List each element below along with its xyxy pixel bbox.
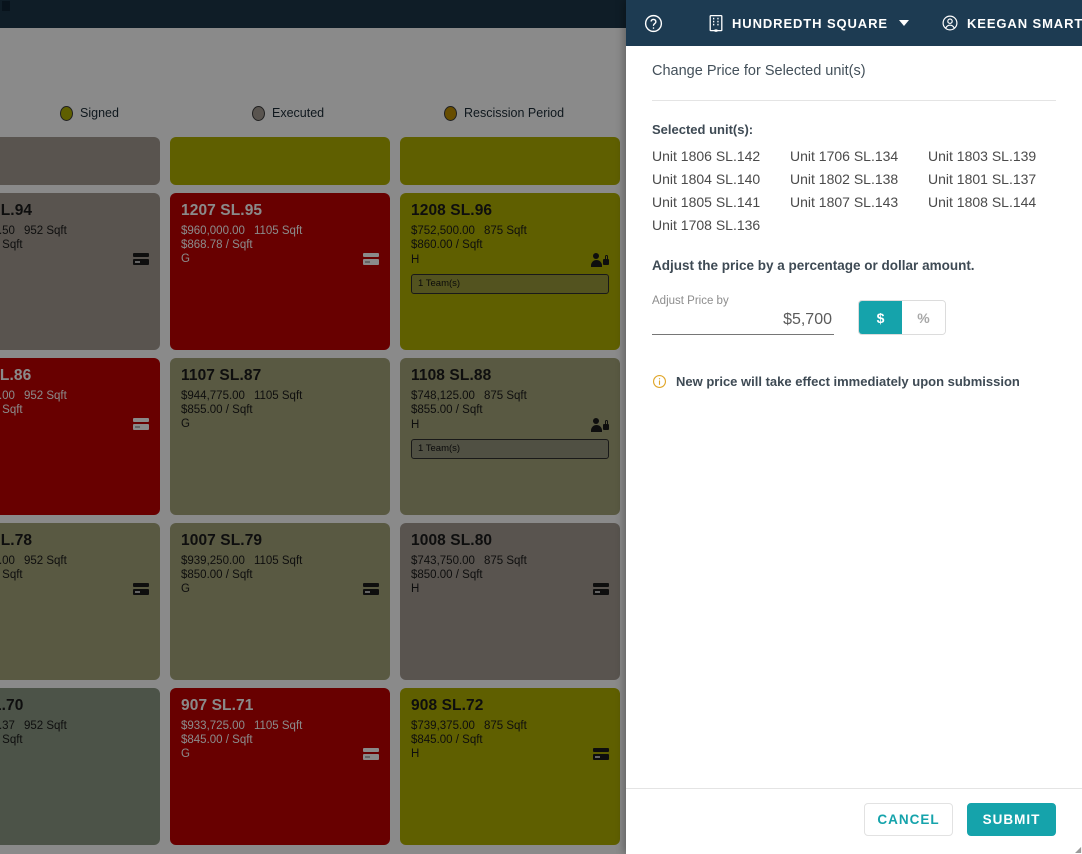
selected-unit-item: Unit 1806 SL.142 <box>652 148 761 164</box>
selected-units-label: Selected unit(s): <box>652 122 754 137</box>
amount-type-toggle: $ % <box>858 300 946 335</box>
toggle-dollar-button[interactable]: $ <box>859 301 902 334</box>
adjust-price-input[interactable] <box>652 311 834 335</box>
price-effect-notice: New price will take effect immediately u… <box>652 374 1056 389</box>
submit-button[interactable]: SUBMIT <box>967 803 1056 836</box>
adjust-description: Adjust the price by a percentage or doll… <box>652 258 975 273</box>
toggle-percent-button[interactable]: % <box>902 301 945 334</box>
selected-unit-item: Unit 1802 SL.138 <box>790 171 899 187</box>
selected-unit-item: Unit 1803 SL.139 <box>928 148 1037 164</box>
resize-handle[interactable]: ◢ <box>1075 846 1081 854</box>
selected-unit-item: Unit 1805 SL.141 <box>652 194 761 210</box>
selected-unit-item: Unit 1708 SL.136 <box>652 217 761 233</box>
user-menu[interactable]: KEEGAN SMART <box>941 14 1082 32</box>
selected-unit-item: Unit 1807 SL.143 <box>790 194 899 210</box>
panel-body: Change Price for Selected unit(s) Select… <box>626 46 1082 788</box>
selected-unit-item: Unit 1808 SL.144 <box>928 194 1037 210</box>
project-selector[interactable]: HUNDREDTH SQUARE <box>708 14 909 32</box>
notice-text: New price will take effect immediately u… <box>676 374 1020 389</box>
info-circle-icon <box>652 374 667 389</box>
user-name-label: KEEGAN SMART <box>966 15 1082 31</box>
chevron-down-icon <box>898 20 909 26</box>
cancel-button[interactable]: CANCEL <box>864 803 953 836</box>
selected-unit-item: Unit 1706 SL.134 <box>790 148 899 164</box>
panel-title: Change Price for Selected unit(s) <box>652 63 866 79</box>
adjust-price-row: Adjust Price by $ % <box>652 295 1056 335</box>
panel-footer: CANCEL SUBMIT <box>626 788 1082 854</box>
selected-unit-item: Unit 1801 SL.137 <box>928 171 1037 187</box>
change-price-panel: HUNDREDTH SQUARE KEEGAN SMART Change Pri… <box>626 0 1082 854</box>
adjust-price-field: Adjust Price by <box>652 295 834 335</box>
app-root: SignedExecutedRescission PeriodSold 1206… <box>0 0 1082 854</box>
adjust-price-label: Adjust Price by <box>652 295 729 307</box>
building-icon <box>708 14 724 32</box>
user-circle-icon <box>941 14 959 32</box>
divider <box>652 100 1056 101</box>
project-name-label: HUNDREDTH SQUARE <box>732 15 888 31</box>
selected-units-list: Unit 1806 SL.142 Unit 1706 SL.134 Unit 180… <box>652 145 1056 236</box>
help-circle-icon[interactable] <box>640 10 666 36</box>
selected-unit-item: Unit 1804 SL.140 <box>652 171 761 187</box>
panel-header: HUNDREDTH SQUARE KEEGAN SMART <box>626 0 1082 46</box>
